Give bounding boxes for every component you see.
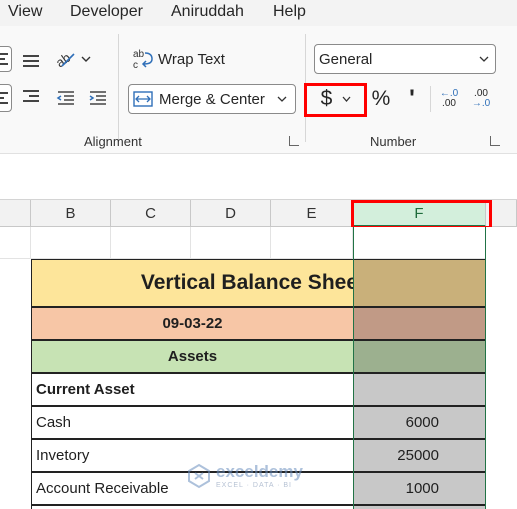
number-format-select[interactable]: General (314, 44, 496, 74)
row-label: Account Receivable (36, 480, 169, 497)
number-group-label: Number (370, 134, 417, 149)
column-header-d[interactable]: D (191, 200, 271, 227)
row-value: 1000 (405, 480, 439, 497)
number-dialog-launcher-icon[interactable] (490, 136, 500, 146)
increase-decimal-button[interactable]: ←.0 .00 (436, 84, 462, 114)
exceldemy-watermark: exceldemy EXCEL · DATA · BI (186, 462, 303, 489)
subsection-current-asset: Current Asset (36, 381, 135, 398)
section-assets-cell[interactable]: Assets (31, 340, 354, 373)
merge-center-label: Merge & Center (159, 90, 265, 108)
row-value-cell[interactable] (353, 505, 486, 509)
percent-icon: % (371, 87, 391, 110)
menu-help[interactable]: Help (273, 3, 306, 21)
sheet-date: 09-03-22 (162, 315, 223, 332)
comma-icon: ' (409, 85, 415, 112)
svg-text:ab: ab (54, 50, 73, 70)
merge-center-button[interactable]: Merge & Center (128, 84, 296, 114)
increase-indent-icon (89, 91, 106, 105)
decrease-indent-icon (56, 91, 74, 105)
ribbon: ab ab c Wrap Text Merge & Center Alignme… (0, 26, 517, 154)
exceldemy-logo-icon (188, 463, 210, 488)
row-value: 6000 (405, 414, 439, 431)
increase-decimal-sub: .00 (442, 98, 456, 109)
watermark-name: exceldemy (216, 462, 303, 481)
subsection-cell-f[interactable] (353, 373, 486, 406)
formula-bar-area (0, 154, 517, 200)
chevron-down-icon (479, 56, 489, 62)
highlight-column-f (351, 200, 492, 229)
sheet-title-cell-f[interactable] (353, 259, 486, 307)
row-label: Cash (36, 414, 72, 431)
column-header-e[interactable]: E (271, 200, 353, 227)
svg-text:ab: ab (133, 49, 145, 60)
highlight-currency-button (304, 83, 367, 117)
merge-center-icon (133, 91, 153, 107)
column-header-c[interactable]: C (111, 200, 191, 227)
decrease-indent-button[interactable] (54, 86, 78, 110)
align-lines-icon (0, 53, 8, 67)
align-middle-icon (23, 52, 39, 67)
wrap-text-icon: ab c (133, 49, 153, 70)
menu-bar: View Developer Aniruddah Help (0, 0, 517, 26)
section-assets-cell-f[interactable] (353, 340, 486, 373)
menu-developer[interactable]: Developer (70, 3, 143, 21)
row-value: 25000 (397, 447, 439, 464)
row-value-cell[interactable]: 25000 (353, 439, 486, 472)
align-left-button[interactable] (0, 84, 12, 112)
subsection-cell[interactable]: Current Asset (31, 373, 354, 406)
orientation-icon: ab (54, 50, 91, 70)
align-right-icon (23, 90, 39, 104)
row-value-cell[interactable]: 1000 (353, 472, 486, 505)
percent-style-button[interactable]: % (368, 84, 394, 114)
align-right-button[interactable] (20, 86, 42, 110)
orientation-button[interactable]: ab (52, 46, 96, 72)
increase-indent-button[interactable] (86, 86, 110, 110)
menu-view[interactable]: View (8, 3, 42, 21)
sheet-title-cell[interactable]: Vertical Balance Sheet (31, 259, 365, 307)
comma-style-button[interactable]: ' (400, 84, 424, 114)
decrease-decimal-sub: →.0 (471, 98, 491, 109)
row-label-cell[interactable]: Cash (31, 406, 354, 439)
decrease-decimal-button[interactable]: .00 →.0 (468, 84, 494, 114)
chevron-down-icon[interactable] (277, 96, 287, 102)
section-assets: Assets (167, 348, 218, 365)
number-format-value: General (319, 50, 373, 68)
row-value-cell[interactable]: 6000 (353, 406, 486, 439)
menu-aniruddah[interactable]: Aniruddah (171, 3, 244, 21)
row-label: Invetory (36, 447, 90, 464)
alignment-group-label: Alignment (84, 134, 142, 149)
ribbon-separator (118, 34, 119, 142)
sheet-title: Vertical Balance Sheet (140, 271, 365, 294)
row-label-cell[interactable] (31, 505, 354, 509)
svg-text:c: c (133, 60, 138, 70)
column-header-b[interactable]: B (31, 200, 111, 227)
align-left-icon (0, 92, 8, 106)
wrap-text-label: Wrap Text (158, 50, 225, 68)
alignment-dialog-launcher-icon[interactable] (289, 136, 299, 146)
wrap-text-button[interactable]: ab c Wrap Text (132, 46, 236, 72)
sheet-date-cell-f[interactable] (353, 307, 486, 340)
sheet-date-cell[interactable]: 09-03-22 (31, 307, 354, 340)
align-left-top-button[interactable] (0, 46, 12, 72)
ribbon-separator (430, 86, 431, 112)
column-header-a[interactable] (0, 200, 31, 227)
watermark-tagline: EXCEL · DATA · BI (216, 482, 292, 489)
align-middle-button[interactable] (20, 48, 42, 72)
